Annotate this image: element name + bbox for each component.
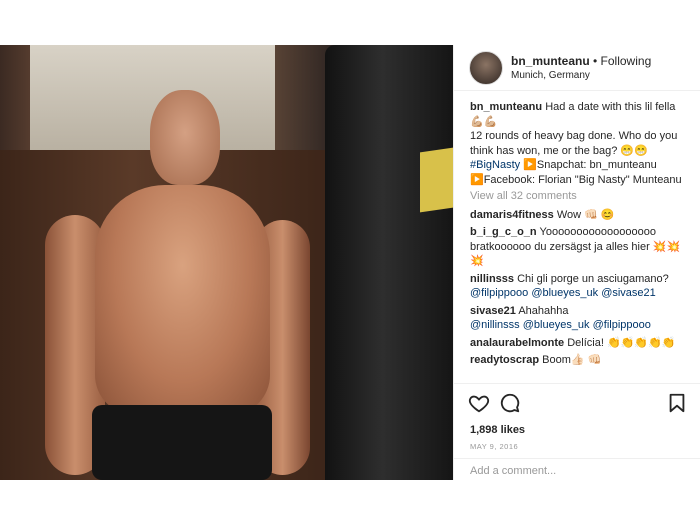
post-actions: 1,898 likes MAY 9, 2016 Add a comment...	[454, 383, 700, 481]
post-username-line: bn_munteanu • Following	[511, 54, 651, 68]
heart-icon[interactable]	[468, 392, 490, 414]
username-separator: •	[589, 54, 601, 68]
photo-shorts	[92, 405, 272, 480]
add-comment-input[interactable]: Add a comment...	[470, 465, 556, 477]
post-sidebar: bn_munteanu • Following Munich, Germany …	[453, 45, 700, 480]
comment-item: analaurabelmonte Delícia! 👏👏👏👏👏	[470, 336, 692, 351]
comment-username[interactable]: b_i_g_c_o_n	[470, 226, 537, 238]
comment-item: sivase21 Ahahahha @nillinsss @blueyes_uk…	[470, 304, 692, 333]
post-header: bn_munteanu • Following Munich, Germany	[454, 45, 700, 91]
photo-bag-logo	[420, 147, 453, 213]
comment-username[interactable]: damaris4fitness	[470, 209, 554, 221]
likes-count[interactable]: 1,898 likes	[470, 424, 525, 436]
comment-item: damaris4fitness Wow 👊🏻 😊	[470, 208, 692, 223]
avatar[interactable]	[469, 51, 503, 85]
comment-mentions[interactable]: @nillinsss @blueyes_uk @filpippooo	[470, 319, 651, 331]
comment-mentions[interactable]: @filpippooo @blueyes_uk @sivase21	[470, 287, 656, 299]
comment-item: readytoscrap Boom👍🏻 👊🏻	[470, 353, 692, 368]
bookmark-icon[interactable]	[666, 392, 688, 414]
comment-username[interactable]: readytoscrap	[470, 354, 539, 366]
add-comment-bar[interactable]: Add a comment...	[454, 458, 700, 482]
post-location[interactable]: Munich, Germany	[511, 70, 590, 81]
caption-hashtag[interactable]: #BigNasty	[470, 159, 520, 171]
comment-item: b_i_g_c_o_n Yoooooooooooooooooo bratkooo…	[470, 225, 692, 269]
comment-bubble-icon[interactable]	[499, 392, 521, 414]
post-date: MAY 9, 2016	[470, 442, 519, 451]
comment-username[interactable]: sivase21	[470, 305, 516, 317]
comment-text: Ahahahha	[518, 304, 569, 317]
comment-text: Chi gli porge un asciugamano?	[517, 272, 669, 285]
comment-text: Boom👍🏻 👊🏻	[542, 354, 602, 366]
comment-text: Delícia! 👏👏👏👏👏	[567, 336, 676, 349]
follow-status[interactable]: Following	[601, 54, 652, 68]
post-photo[interactable]	[0, 45, 453, 480]
caption-facebook: ▶️Facebook: Florian "Big Nasty" Munteanu	[470, 173, 682, 186]
photo-torso	[95, 185, 270, 415]
caption: bn_munteanu Had a date with this lil fel…	[470, 100, 692, 187]
comment-item: nillinsss Chi gli porge un asciugamano? …	[470, 272, 692, 301]
caption-snapchat: ▶️Snapchat: bn_munteanu	[523, 159, 657, 171]
post-username[interactable]: bn_munteanu	[511, 54, 590, 68]
photo-heavy-bag	[325, 45, 453, 480]
comment-username[interactable]: nillinsss	[470, 273, 514, 285]
caption-username[interactable]: bn_munteanu	[470, 101, 542, 113]
caption-line2: 12 rounds of heavy bag done. Who do you …	[470, 130, 678, 157]
photo-head	[150, 90, 220, 185]
instagram-post: bn_munteanu • Following Munich, Germany …	[0, 45, 700, 480]
post-body: bn_munteanu Had a date with this lil fel…	[470, 100, 692, 371]
view-all-comments-link[interactable]: View all 32 comments	[470, 189, 692, 204]
comment-username[interactable]: analaurabelmonte	[470, 337, 564, 349]
comment-text: Wow 👊🏻 😊	[556, 208, 615, 221]
